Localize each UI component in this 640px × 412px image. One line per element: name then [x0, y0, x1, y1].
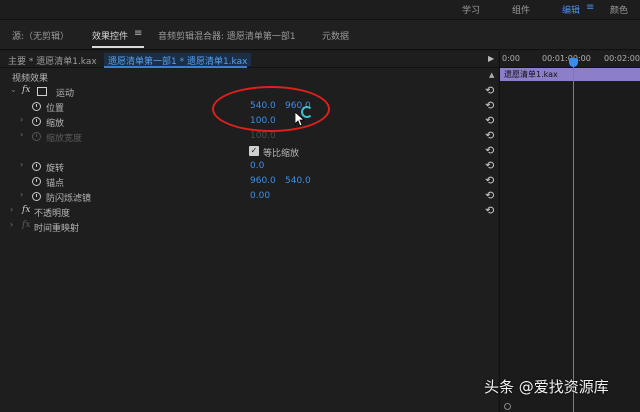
property-label: 锚点 [46, 179, 65, 189]
panel-tabs: 源:（无剪辑） 效果控件 ≡ 音频剪辑混合器: 遗愿清单第一部1 元数据 [0, 20, 640, 50]
effect-label: 不透明度 [34, 209, 71, 219]
reset-icon[interactable]: ⟲ [485, 174, 494, 187]
chevron-right-icon[interactable]: › [10, 205, 13, 214]
tab-source[interactable]: 源:（无剪辑） [12, 29, 69, 42]
collapse-up-icon[interactable]: ▲ [489, 71, 494, 79]
timecode-mid: 00:01:00:00 [542, 54, 591, 63]
master-clip-label[interactable]: 主要 * 遗愿清单1.kax [8, 54, 97, 67]
property-label: 缩放 [46, 119, 65, 129]
clip-label: 遗愿清单1.kax [504, 70, 558, 79]
scale-width-value: 100.0 [250, 131, 276, 141]
stopwatch-icon[interactable] [32, 192, 41, 201]
effect-label: 运动 [56, 89, 75, 99]
video-effects-header: 视频效果 ▲ [0, 69, 498, 84]
sequence-clip-underline [104, 66, 247, 68]
reset-icon[interactable]: ⟲ [485, 84, 494, 97]
effect-row-time-remapping[interactable]: › fx 时间重映射 [0, 219, 498, 234]
section-title: 视频效果 [12, 74, 49, 84]
playhead-line[interactable] [573, 61, 574, 412]
reset-icon[interactable]: ⟲ [485, 159, 494, 172]
stopwatch-icon[interactable] [32, 162, 41, 171]
reset-icon[interactable]: ⟲ [485, 129, 494, 142]
playhead-handle[interactable] [569, 58, 578, 67]
stopwatch-icon [32, 132, 41, 141]
fx-icon[interactable]: fx [22, 85, 30, 95]
fx-icon[interactable]: fx [22, 205, 30, 215]
active-tab-indicator [92, 46, 144, 48]
play-triangle-icon[interactable]: ▶ [488, 54, 494, 63]
sequence-clip-label[interactable]: 遗愿清单第一部1 * 遗愿清单1.kax [104, 53, 252, 67]
timecode-start: 0:00 [502, 54, 520, 63]
property-row-rotation: › 旋转 0.0 ⟲ [0, 159, 498, 174]
property-label: 位置 [46, 104, 65, 114]
reset-icon[interactable]: ⟲ [485, 204, 494, 217]
chevron-right-icon[interactable]: › [20, 160, 23, 169]
property-label: 旋转 [46, 164, 65, 174]
chevron-right-icon[interactable]: › [20, 115, 23, 124]
anchor-y-value[interactable]: 540.0 [285, 176, 311, 186]
workspace-learn[interactable]: 学习 [462, 3, 480, 16]
panel-menu-icon[interactable]: ≡ [134, 28, 142, 39]
workspaces-bar: 学习 组件 编辑 ≡ 颜色 [0, 0, 640, 20]
timecode-end: 00:02:00 [604, 54, 640, 63]
reset-icon[interactable]: ⟲ [485, 144, 494, 157]
tab-metadata[interactable]: 元数据 [322, 29, 349, 42]
chevron-right-icon[interactable]: › [10, 220, 13, 229]
clip-selector-bar: 主要 * 遗愿清单1.kax 遗愿清单第一部1 * 遗愿清单1.kax ▶ [0, 51, 498, 68]
property-row-scale-width: › 缩放宽度 100.0 ⟲ [0, 129, 498, 144]
property-row-uniform-scale: ✓ 等比缩放 ⟲ [0, 144, 498, 159]
rotation-value[interactable]: 0.0 [250, 161, 264, 171]
stopwatch-icon[interactable] [32, 177, 41, 186]
tab-audio-clip-mixer[interactable]: 音频剪辑混合器: 遗愿清单第一部1 [158, 29, 296, 42]
reset-icon[interactable]: ⟲ [485, 99, 494, 112]
tab-effect-controls[interactable]: 效果控件 [92, 29, 128, 42]
uniform-scale-checkbox[interactable]: ✓ [249, 146, 259, 156]
reset-icon[interactable]: ⟲ [485, 114, 494, 127]
watermark-text: 头条 @爱找资源库 [484, 378, 609, 396]
property-label: 缩放宽度 [46, 134, 83, 144]
property-label: 防闪烁滤镜 [46, 194, 92, 204]
workspace-color[interactable]: 颜色 [610, 3, 628, 16]
property-row-anchor-point: 锚点 960.0 540.0 ⟲ [0, 174, 498, 189]
workspace-editing[interactable]: 编辑 [562, 3, 580, 16]
effect-row-opacity[interactable]: › fx 不透明度 ⟲ [0, 204, 498, 219]
effect-label: 时间重映射 [34, 224, 80, 234]
anti-flicker-value[interactable]: 0.00 [250, 191, 270, 201]
busy-spinner-icon [301, 106, 313, 118]
hamburger-icon[interactable]: ≡ [586, 2, 594, 13]
chevron-down-icon[interactable]: ⌄ [10, 85, 17, 94]
timeline-clip[interactable]: 遗愿清单1.kax [500, 68, 640, 81]
stopwatch-icon[interactable] [32, 117, 41, 126]
stopwatch-icon[interactable] [32, 102, 41, 111]
fx-icon: fx [22, 220, 31, 230]
motion-transform-icon[interactable] [37, 87, 47, 96]
property-label: 等比缩放 [263, 149, 300, 159]
reset-icon[interactable]: ⟲ [485, 189, 494, 202]
workspace-assembly[interactable]: 组件 [512, 3, 530, 16]
anchor-x-value[interactable]: 960.0 [250, 176, 276, 186]
effect-timeline-panel: 0:00 00:01:00:00 00:02:00 遗愿清单1.kax [499, 51, 640, 412]
zoom-handle-icon[interactable] [504, 403, 511, 410]
property-row-anti-flicker: › 防闪烁滤镜 0.00 ⟲ [0, 189, 498, 204]
chevron-right-icon: › [20, 130, 24, 139]
chevron-right-icon[interactable]: › [20, 190, 23, 199]
